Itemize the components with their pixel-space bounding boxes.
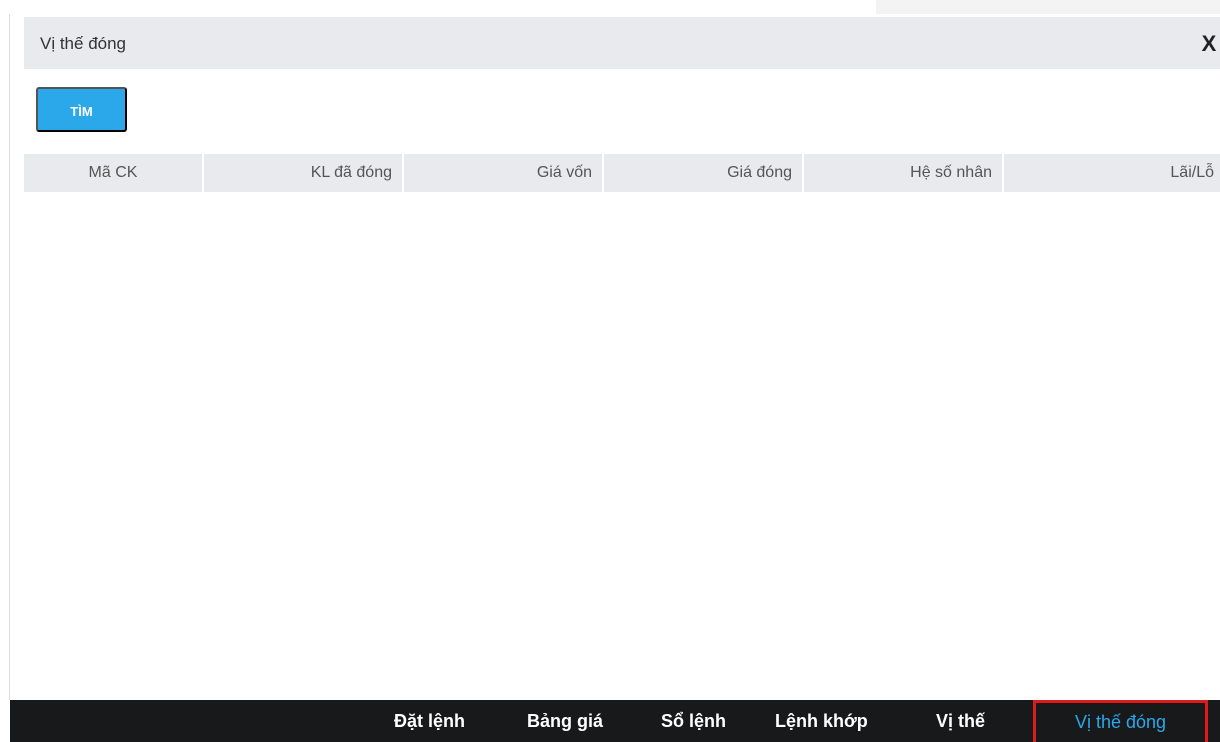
- column-header-close-price: Giá đóng: [604, 154, 802, 192]
- nav-place-order[interactable]: Đặt lệnh: [394, 700, 465, 742]
- left-divider: [9, 14, 10, 700]
- close-button[interactable]: X: [1198, 31, 1220, 57]
- dialog-header: Vị thế đóng X: [24, 17, 1220, 69]
- closed-positions-dialog: Vị thế đóng X TÌM Mã CK KL đã đóng Giá v…: [24, 17, 1220, 700]
- dialog-title: Vị thế đóng: [40, 34, 127, 53]
- page-root: Vị thế đóng X TÌM Mã CK KL đã đóng Giá v…: [0, 0, 1220, 742]
- bottom-navigation: Đặt lệnh Bảng giá Sổ lệnh Lệnh khớp Vị t…: [10, 700, 1220, 742]
- table-header: Mã CK KL đã đóng Giá vốn Giá đóng Hệ số …: [24, 154, 1220, 192]
- column-header-profit-loss: Lãi/Lỗ: [1004, 154, 1220, 192]
- column-header-closed-quantity: KL đã đóng: [204, 154, 402, 192]
- nav-positions[interactable]: Vị thế: [936, 700, 985, 742]
- nav-matched-orders[interactable]: Lệnh khớp: [775, 700, 868, 742]
- search-button[interactable]: TÌM: [36, 87, 127, 132]
- column-header-multiplier: Hệ số nhân: [804, 154, 1002, 192]
- table-body-empty: [24, 192, 1220, 700]
- nav-order-book[interactable]: Sổ lệnh: [661, 700, 726, 742]
- nav-price-board[interactable]: Bảng giá: [527, 700, 603, 742]
- column-header-cost-price: Giá vốn: [404, 154, 602, 192]
- column-header-stock-code: Mã CK: [24, 154, 202, 192]
- nav-closed-positions-active[interactable]: Vị thế đóng: [1033, 700, 1208, 742]
- top-strip: [876, 0, 1220, 14]
